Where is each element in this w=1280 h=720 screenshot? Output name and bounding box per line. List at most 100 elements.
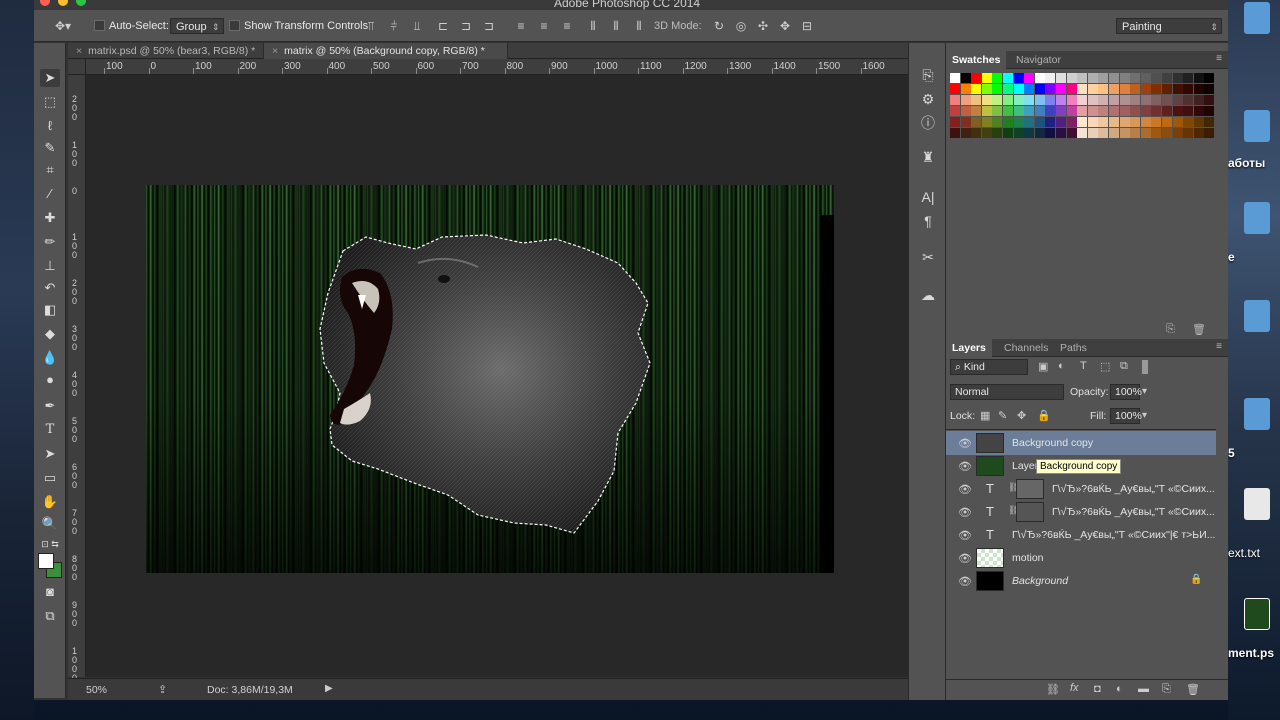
panel-menu-icon[interactable]: ≡: [1216, 53, 1222, 64]
layer-style-icon[interactable]: fx: [1070, 682, 1079, 694]
color-swatch[interactable]: [1130, 117, 1141, 127]
color-swatch[interactable]: [1045, 95, 1056, 105]
color-swatch[interactable]: [1172, 84, 1183, 94]
delete-swatch-icon[interactable]: 🗑: [1192, 323, 1206, 336]
color-swatch[interactable]: [1045, 117, 1056, 127]
tab-paths[interactable]: Paths: [1054, 339, 1093, 357]
filter-smart-object-icon[interactable]: ⧉: [1120, 360, 1128, 373]
color-swatch[interactable]: [1077, 106, 1088, 116]
color-swatch[interactable]: [1162, 117, 1172, 127]
color-swatch[interactable]: [1140, 84, 1151, 94]
3d-roll-icon[interactable]: ◎: [734, 19, 748, 33]
color-swatch[interactable]: [1130, 128, 1141, 138]
color-swatch[interactable]: [1183, 84, 1194, 94]
layer-name[interactable]: Г\√Ђ»?6вЌЬ _Ау€вы„"Т «©Сиих"|€ т>ЬИ...: [1012, 529, 1215, 541]
lock-image-icon[interactable]: ✎: [998, 409, 1007, 422]
history-panel-icon[interactable]: ⎘: [916, 65, 940, 85]
desktop-folder-icon[interactable]: [1244, 2, 1270, 34]
tab-layers[interactable]: Layers: [946, 339, 992, 357]
new-layer-icon[interactable]: ⎘: [1162, 683, 1171, 696]
status-menu-arrow-icon[interactable]: ▶: [325, 683, 333, 694]
new-group-icon[interactable]: ▬: [1138, 683, 1149, 695]
move-tool-preset-icon[interactable]: ✥▾: [52, 19, 74, 33]
lock-position-icon[interactable]: ✥: [1017, 409, 1026, 422]
desktop-folder-icon[interactable]: [1244, 300, 1270, 332]
color-swatch[interactable]: [1013, 128, 1024, 138]
color-swatch[interactable]: [1045, 128, 1056, 138]
color-swatch[interactable]: [1087, 128, 1098, 138]
distribute-vcenter-icon[interactable]: ≡: [537, 19, 551, 33]
color-swatch[interactable]: [971, 128, 982, 138]
crop-tool-icon[interactable]: ⌗: [40, 161, 60, 179]
layer-row[interactable]: 👁 T ⛓ Г\√Ђ»?6вЌЬ _Ау€вы„"Т «©Сиих...: [946, 500, 1216, 524]
layer-name[interactable]: Г\√Ђ»?6вЌЬ _Ау€вы„"Т «©Сиих...: [1052, 506, 1215, 518]
quick-select-tool-icon[interactable]: ✎: [40, 139, 60, 157]
distribute-right-icon[interactable]: ⦀: [632, 19, 646, 33]
paint-bucket-tool-icon[interactable]: ◆: [40, 325, 60, 343]
color-swatch[interactable]: [1003, 106, 1013, 116]
color-swatch[interactable]: [1098, 95, 1109, 105]
fill-slider-arrow-icon[interactable]: ▾: [1142, 410, 1147, 421]
path-select-tool-icon[interactable]: ➤: [40, 445, 60, 463]
color-swatch[interactable]: [960, 84, 971, 94]
hand-tool-icon[interactable]: ✋: [40, 493, 60, 511]
color-swatch[interactable]: [1193, 84, 1204, 94]
workspace-dropdown[interactable]: Painting: [1116, 18, 1222, 35]
visibility-eye-icon[interactable]: 👁: [958, 552, 972, 565]
pen-tool-icon[interactable]: ✒: [40, 397, 60, 415]
color-swatch[interactable]: [992, 95, 1003, 105]
color-swatch[interactable]: [1045, 106, 1056, 116]
layer-name[interactable]: Г\√Ђ»?6вЌЬ _Ау€вы„"Т «©Сиих...: [1052, 483, 1215, 495]
lock-transparent-icon[interactable]: ▦: [980, 409, 990, 422]
eraser-tool-icon[interactable]: ◧: [40, 301, 60, 319]
visibility-eye-icon[interactable]: 👁: [958, 575, 972, 588]
color-swatch[interactable]: [1066, 106, 1077, 116]
info-panel-icon[interactable]: ⓘ: [916, 113, 940, 133]
color-swatch[interactable]: [981, 95, 992, 105]
color-swatch[interactable]: [992, 128, 1003, 138]
tab-channels[interactable]: Channels: [998, 339, 1054, 357]
color-swatch[interactable]: [1151, 95, 1162, 105]
color-swatch[interactable]: [1140, 106, 1151, 116]
color-swatch[interactable]: [1193, 106, 1204, 116]
tab-swatches[interactable]: Swatches: [946, 51, 1007, 69]
color-swatch[interactable]: [1034, 128, 1045, 138]
color-swatch[interactable]: [1066, 95, 1077, 105]
color-swatch[interactable]: [1193, 73, 1204, 83]
color-swatch[interactable]: [1056, 95, 1066, 105]
align-right-icon[interactable]: ⊐: [482, 19, 496, 33]
clone-stamp-tool-icon[interactable]: ⊥: [40, 257, 60, 275]
adjustment-layer-icon[interactable]: ◐: [1116, 683, 1123, 695]
panel-menu-icon[interactable]: ≡: [1216, 341, 1222, 352]
color-swatch[interactable]: [1056, 117, 1066, 127]
color-swatch[interactable]: [981, 84, 992, 94]
color-swatch[interactable]: [1119, 84, 1130, 94]
3d-scale-icon[interactable]: ⊟: [800, 19, 814, 33]
color-swatch[interactable]: [950, 73, 960, 83]
color-swatch[interactable]: [1140, 128, 1151, 138]
filter-shape-icon[interactable]: ⬚: [1100, 360, 1110, 373]
layer-name[interactable]: Layer: [1012, 460, 1038, 472]
color-swatch[interactable]: [950, 117, 960, 127]
color-swatch[interactable]: [981, 106, 992, 116]
color-swatch[interactable]: [992, 117, 1003, 127]
color-swatch[interactable]: [1204, 95, 1215, 105]
color-swatch[interactable]: [1193, 128, 1204, 138]
color-swatch[interactable]: [971, 106, 982, 116]
history-brush-tool-icon[interactable]: ↶: [40, 279, 60, 297]
color-swatch[interactable]: [1183, 95, 1194, 105]
color-swatch[interactable]: [960, 128, 971, 138]
layer-row[interactable]: 👁 motion: [946, 546, 1216, 570]
layer-row[interactable]: 👁 T Г\√Ђ»?6вЌЬ _Ау€вы„"Т «©Сиих"|€ т>ЬИ.…: [946, 523, 1216, 547]
color-swatch[interactable]: [1119, 106, 1130, 116]
distribute-top-icon[interactable]: ≡: [514, 19, 528, 33]
lock-all-icon[interactable]: 🔒: [1037, 409, 1051, 422]
align-top-icon[interactable]: ⫪: [364, 19, 378, 33]
color-swatch[interactable]: [1204, 84, 1215, 94]
color-swatch[interactable]: [1003, 128, 1013, 138]
share-icon[interactable]: ⇪: [158, 683, 167, 696]
color-swatch[interactable]: [1151, 106, 1162, 116]
layer-row[interactable]: 👁 Background copy: [946, 431, 1216, 455]
color-swatch[interactable]: [950, 84, 960, 94]
color-swatch[interactable]: [1119, 95, 1130, 105]
